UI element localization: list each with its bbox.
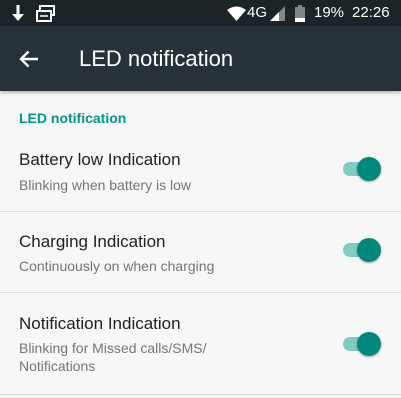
switch-thumb <box>357 157 381 181</box>
setting-summary: Blinking when battery is low <box>19 177 191 193</box>
back-arrow-icon[interactable] <box>14 44 44 74</box>
network-type: 4G <box>247 4 268 21</box>
section-header: LED notification <box>19 110 127 126</box>
setting-title: Notification Indication <box>19 314 181 333</box>
status-bar: 4G 19% 22:26 <box>0 0 401 26</box>
setting-title: Charging Indication <box>19 232 166 251</box>
clock: 22:26 <box>352 4 390 21</box>
download-arrow-icon <box>10 0 26 26</box>
battery-icon <box>294 0 306 26</box>
signal-icon <box>269 0 285 26</box>
setting-row-battery-low[interactable]: Battery low Indication Blinking when bat… <box>0 133 401 212</box>
setting-row-notification[interactable]: Notification Indication Blinking for Mis… <box>0 293 401 395</box>
battery-level: 19% <box>314 4 345 21</box>
battery-low-toggle[interactable] <box>343 157 381 181</box>
notification-toggle[interactable] <box>343 332 381 356</box>
app-bar: LED notification <box>0 26 401 91</box>
switch-thumb <box>357 332 381 356</box>
charging-toggle[interactable] <box>343 238 381 262</box>
wifi-icon <box>226 0 246 26</box>
setting-title: Battery low Indication <box>19 150 181 169</box>
page-title: LED notification <box>79 46 234 71</box>
setting-summary: Continuously on when charging <box>19 258 215 274</box>
switch-thumb <box>357 238 381 262</box>
setting-row-charging[interactable]: Charging Indication Continuously on when… <box>0 212 401 293</box>
setting-summary: Blinking for Missed calls/SMS/ Notificat… <box>19 340 207 374</box>
message-icon <box>35 0 55 26</box>
